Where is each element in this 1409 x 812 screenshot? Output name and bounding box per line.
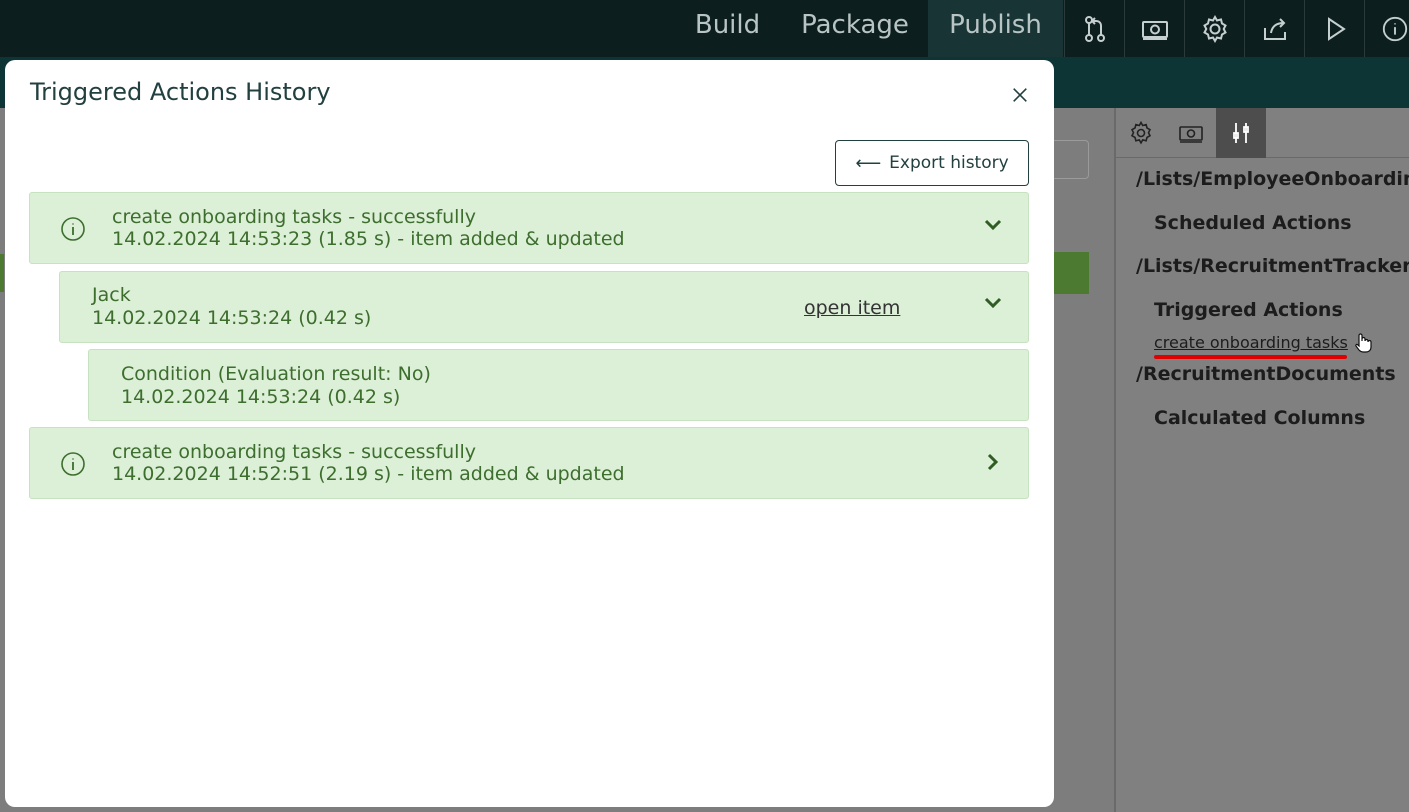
entry-title: create onboarding tasks - successfully — [112, 441, 476, 463]
info-icon[interactable] — [1364, 0, 1409, 57]
hand-cursor-icon — [1355, 333, 1372, 353]
chevron-down-icon[interactable] — [982, 292, 1004, 314]
right-panel: /Lists/EmployeeOnboarding Scheduled Acti… — [1114, 108, 1409, 812]
create-onboarding-tasks-link[interactable]: create onboarding tasks — [1154, 333, 1348, 352]
triggered-actions-history-dialog: Triggered Actions History ⟵ Export histo… — [5, 60, 1054, 807]
nav-package[interactable]: Package — [790, 0, 920, 57]
close-button[interactable] — [1007, 82, 1033, 108]
export-history-label: Export history — [889, 153, 1009, 173]
gear-icon[interactable] — [1116, 108, 1166, 158]
play-icon[interactable] — [1304, 0, 1364, 57]
money-icon[interactable] — [1166, 108, 1216, 158]
history-item-entry[interactable]: Jack 14.02.2024 14:53:24 (0.42 s) open i… — [59, 271, 1029, 343]
top-navigation-bar: Build Package Publish — [0, 0, 1409, 57]
open-item-link[interactable]: open item — [804, 297, 900, 319]
condition-detail: 14.02.2024 14:53:24 (0.42 s) — [121, 386, 401, 408]
section-path-recruitment-tracker[interactable]: /Lists/RecruitmentTracker — [1136, 255, 1409, 277]
gear-icon[interactable] — [1184, 0, 1244, 57]
tools-icon[interactable] — [1216, 108, 1266, 158]
background-success-bar-left — [0, 254, 4, 292]
section-path-employee-onboarding[interactable]: /Lists/EmployeeOnboarding — [1136, 168, 1409, 190]
export-history-button[interactable]: ⟵ Export history — [835, 140, 1029, 186]
money-icon[interactable] — [1124, 0, 1184, 57]
chevron-down-icon[interactable] — [982, 214, 1004, 236]
entry-detail: 14.02.2024 14:53:23 (1.85 s) - item adde… — [112, 228, 625, 250]
close-icon — [1013, 88, 1027, 102]
history-entry[interactable]: create onboarding tasks - successfully 1… — [29, 192, 1029, 264]
group-calculated-columns[interactable]: Calculated Columns — [1154, 407, 1365, 429]
history-entry[interactable]: create onboarding tasks - successfully 1… — [29, 427, 1029, 499]
dialog-title: Triggered Actions History — [30, 78, 331, 106]
section-path-recruitment-documents[interactable]: /RecruitmentDocuments — [1136, 363, 1396, 385]
group-scheduled-actions[interactable]: Scheduled Actions — [1154, 212, 1352, 234]
right-panel-tabs — [1116, 108, 1409, 158]
entry-detail: 14.02.2024 14:52:51 (2.19 s) - item adde… — [112, 463, 625, 485]
entry-title: create onboarding tasks - successfully — [112, 206, 476, 228]
nav-publish[interactable]: Publish — [928, 0, 1063, 57]
share-icon[interactable] — [1244, 0, 1304, 57]
item-title: Jack — [92, 284, 131, 306]
export-arrow-icon: ⟵ — [855, 152, 882, 174]
branch-icon[interactable] — [1064, 0, 1124, 57]
item-detail: 14.02.2024 14:53:24 (0.42 s) — [92, 307, 372, 329]
condition-title: Condition (Evaluation result: No) — [121, 363, 431, 385]
nav-build[interactable]: Build — [680, 0, 775, 57]
chevron-right-icon[interactable] — [982, 451, 1004, 473]
info-icon — [61, 452, 85, 476]
info-icon — [61, 217, 85, 241]
condition-entry: Condition (Evaluation result: No) 14.02.… — [88, 349, 1029, 421]
highlight-underline — [1154, 355, 1347, 359]
group-triggered-actions[interactable]: Triggered Actions — [1154, 299, 1343, 321]
